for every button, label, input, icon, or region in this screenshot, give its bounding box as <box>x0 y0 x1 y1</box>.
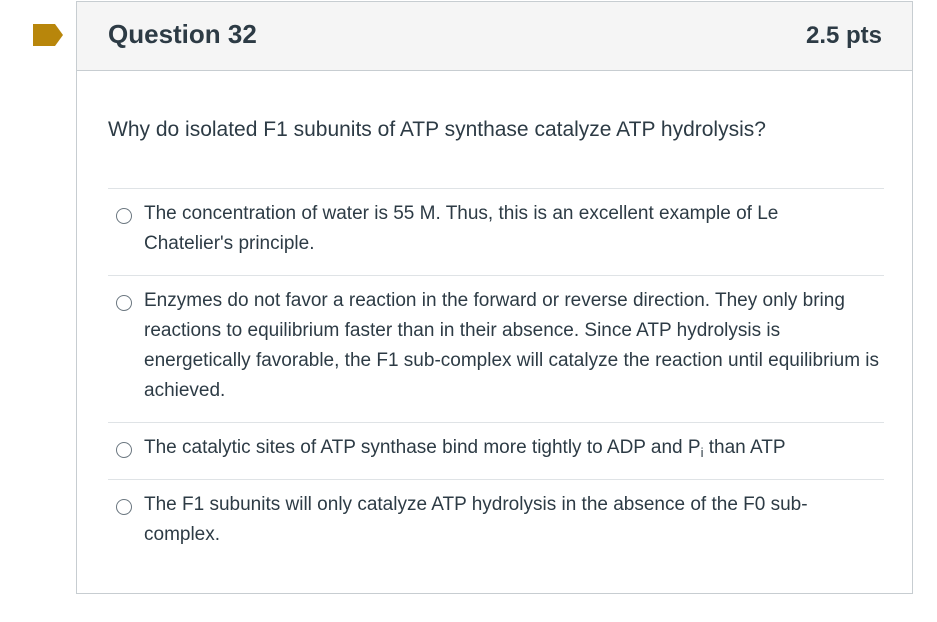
question-points: 2.5 pts <box>805 22 882 49</box>
radio-button[interactable] <box>116 208 132 224</box>
question-text: Why do isolated F1 subunits of ATP synth… <box>108 118 766 141</box>
answer-list: The concentration of water is 55 M. Thus… <box>108 188 884 566</box>
question-header: Question 32 2.5 pts <box>77 2 912 71</box>
answer-option[interactable]: The concentration of water is 55 M. Thus… <box>108 188 884 275</box>
answer-label: The F1 subunits will only catalyze ATP h… <box>144 494 808 545</box>
answer-option[interactable]: The F1 subunits will only catalyze ATP h… <box>108 479 884 566</box>
answer-text-after: than ATP <box>703 437 786 458</box>
answer-label: Enzymes do not favor a reaction in the f… <box>144 290 880 401</box>
answer-text-before: The catalytic sites of ATP synthase bind… <box>144 437 701 458</box>
answer-option[interactable]: Enzymes do not favor a reaction in the f… <box>108 275 884 422</box>
radio-button[interactable] <box>116 295 132 311</box>
radio-button[interactable] <box>116 442 132 458</box>
answer-option[interactable]: The catalytic sites of ATP synthase bind… <box>108 422 884 479</box>
answer-label: The concentration of water is 55 M. Thus… <box>144 203 779 254</box>
flag-icon[interactable] <box>33 24 63 46</box>
answer-label: The catalytic sites of ATP synthase bind… <box>144 433 786 468</box>
radio-button[interactable] <box>116 499 132 515</box>
question-title: Question 32 <box>108 19 257 49</box>
question-card: Question 32 2.5 pts Why do isolated F1 s… <box>76 1 913 594</box>
